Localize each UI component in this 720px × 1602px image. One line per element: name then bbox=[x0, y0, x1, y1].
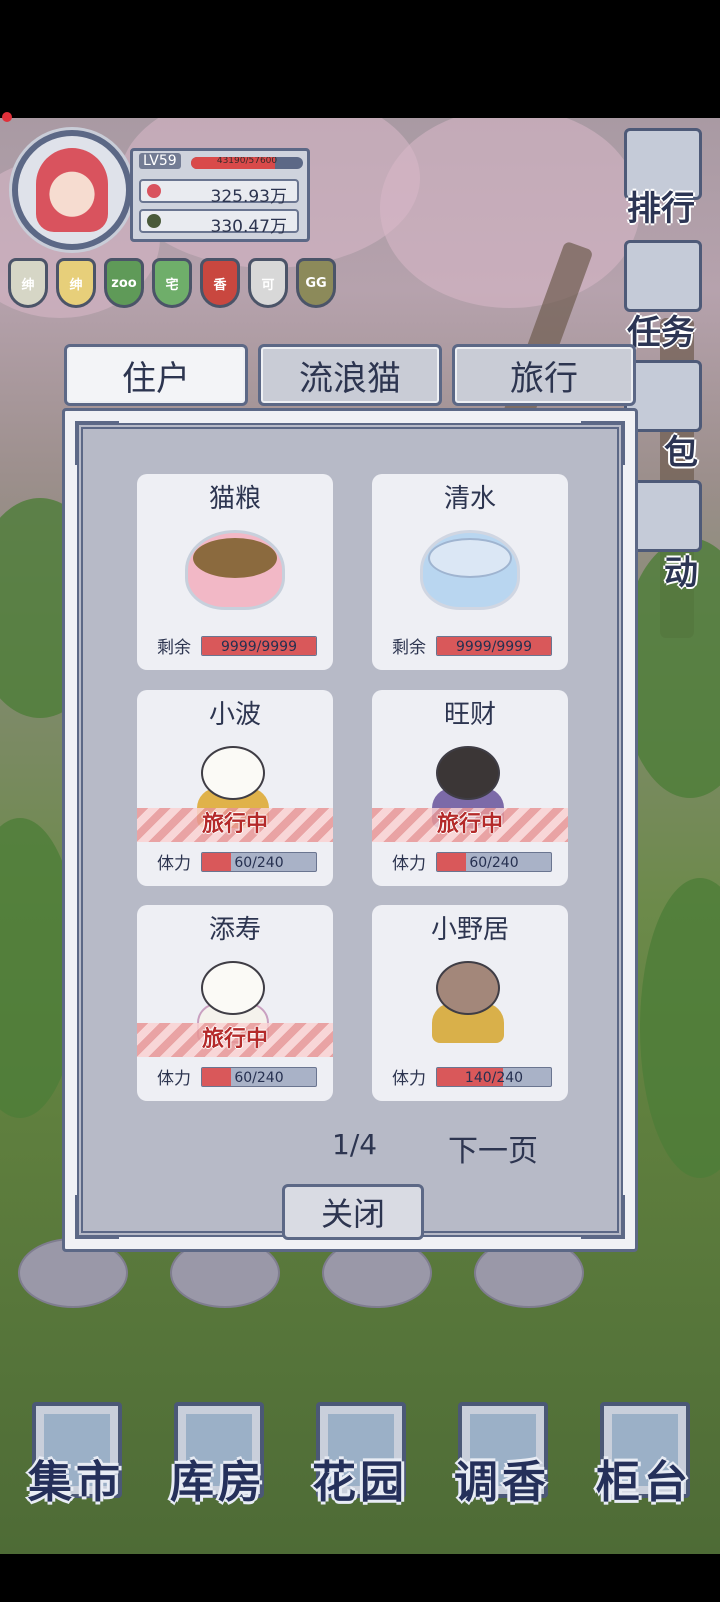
currency-2-value: 330.47万 bbox=[210, 217, 287, 237]
supply-meter: 9999/9999 bbox=[436, 636, 552, 656]
tasks-button[interactable]: 任务 bbox=[614, 240, 708, 353]
nav-perfume[interactable]: 调香 bbox=[444, 1398, 560, 1528]
close-label: 关闭 bbox=[320, 1195, 385, 1233]
notification-dot bbox=[2, 112, 12, 122]
tab-residents-label: 住户 bbox=[122, 358, 190, 399]
status-bar-area bbox=[0, 0, 720, 118]
clipboard-icon bbox=[624, 240, 702, 312]
player-stats: LV59 43190/57600 325.93万 330.47万 bbox=[130, 148, 310, 242]
water-bowl-icon bbox=[420, 520, 520, 610]
cat-name: 小波 bbox=[208, 700, 261, 730]
cat-tabs: 住户 流浪猫 旅行 bbox=[64, 344, 636, 406]
corner-ornament-icon bbox=[75, 1195, 119, 1239]
corner-ornament-icon bbox=[75, 421, 119, 465]
supply-meter: 9999/9999 bbox=[201, 636, 317, 656]
badge-1[interactable]: 绅 bbox=[56, 258, 96, 308]
next-page-button[interactable]: 下一页 bbox=[448, 1126, 538, 1170]
badge-0[interactable]: 绅 bbox=[8, 258, 48, 308]
exp-text: 43190/57600 bbox=[216, 157, 278, 166]
nav-counter[interactable]: 柜台 bbox=[586, 1398, 702, 1528]
badge-6[interactable]: GG bbox=[296, 258, 336, 308]
cat-card[interactable]: 旺财 旅行中 体力 60/240 bbox=[372, 690, 568, 886]
nav-garden[interactable]: 花园 bbox=[302, 1398, 418, 1528]
badge-label: 绅 bbox=[21, 277, 35, 293]
nav-label: 柜台 bbox=[596, 1457, 692, 1508]
currency-1-value: 325.93万 bbox=[210, 187, 287, 207]
nav-warehouse[interactable]: 库房 bbox=[160, 1398, 276, 1528]
cat-card[interactable]: 小野居 体力 140/240 bbox=[372, 905, 568, 1101]
tab-strays-label: 流浪猫 bbox=[299, 358, 401, 399]
close-button[interactable]: 关闭 bbox=[282, 1184, 424, 1240]
heart-coin-icon bbox=[147, 184, 161, 198]
stamina-label: 体力 bbox=[392, 1069, 426, 1089]
cat-name: 旺财 bbox=[443, 700, 496, 730]
travel-status-badge: 旅行中 bbox=[137, 808, 333, 842]
tab-travel-label: 旅行 bbox=[510, 358, 578, 399]
stamina-value: 140/240 bbox=[464, 1070, 524, 1086]
stamina-value: 60/240 bbox=[234, 855, 284, 871]
food-bowl-icon bbox=[185, 520, 285, 610]
supply-meter-label: 剩余 bbox=[392, 638, 426, 658]
supply-card-water[interactable]: 清水 剩余 9999/9999 bbox=[372, 474, 568, 670]
avatar[interactable] bbox=[12, 130, 132, 250]
stamina-value: 60/240 bbox=[469, 855, 519, 871]
cat-name: 添寿 bbox=[208, 915, 261, 945]
travel-status-badge: 旅行中 bbox=[137, 1023, 333, 1057]
stamina-meter: 140/240 bbox=[436, 1067, 552, 1087]
avatar-portrait-icon bbox=[36, 148, 108, 232]
stamina-meter: 60/240 bbox=[436, 852, 552, 872]
supply-name: 清水 bbox=[443, 484, 496, 514]
bag-label: 包 bbox=[664, 433, 698, 473]
player-level: LV59 bbox=[139, 153, 181, 169]
badge-3[interactable]: 宅 bbox=[152, 258, 192, 308]
badge-label: 香 bbox=[213, 277, 227, 293]
stamina-label: 体力 bbox=[157, 854, 191, 874]
stamina-label: 体力 bbox=[392, 854, 426, 874]
stamina-meter: 60/240 bbox=[201, 852, 317, 872]
nav-market[interactable]: 集市 bbox=[18, 1398, 134, 1528]
stamina-label: 体力 bbox=[157, 1069, 191, 1089]
currency-row-2: 330.47万 bbox=[139, 209, 299, 237]
supply-name: 猫粮 bbox=[208, 484, 261, 514]
supply-card-food[interactable]: 猫粮 剩余 9999/9999 bbox=[137, 474, 333, 670]
nav-label: 花园 bbox=[312, 1457, 408, 1508]
cat-portrait-icon bbox=[428, 951, 528, 1043]
rank-button[interactable]: 排行 bbox=[614, 128, 708, 229]
stamina-value: 60/240 bbox=[234, 1070, 284, 1086]
supply-meter-value: 9999/9999 bbox=[221, 639, 297, 655]
badge-label: GG bbox=[305, 275, 327, 291]
badge-label: zoo bbox=[111, 275, 137, 291]
bottom-nav: 集市 库房 花园 调香 柜台 bbox=[18, 1398, 702, 1528]
badge-label: 绅 bbox=[69, 277, 83, 293]
corner-ornament-icon bbox=[581, 421, 625, 465]
leaf-coin-icon bbox=[147, 214, 161, 228]
corner-ornament-icon bbox=[581, 1195, 625, 1239]
currency-row-1: 325.93万 bbox=[139, 179, 299, 207]
system-nav-area bbox=[0, 1554, 720, 1602]
cat-card[interactable]: 添寿 旅行中 体力 60/240 bbox=[137, 905, 333, 1101]
badge-2[interactable]: zoo bbox=[104, 258, 144, 308]
stamina-meter: 60/240 bbox=[201, 1067, 317, 1087]
badge-label: 宅 bbox=[165, 277, 179, 293]
rank-label: 排行 bbox=[627, 189, 695, 229]
badge-4[interactable]: 香 bbox=[200, 258, 240, 308]
badge-5[interactable]: 可 bbox=[248, 258, 288, 308]
supply-meter-value: 9999/9999 bbox=[456, 639, 532, 655]
cat-card[interactable]: 小波 旅行中 体力 60/240 bbox=[137, 690, 333, 886]
events-label: 动 bbox=[664, 553, 698, 593]
travel-status-badge: 旅行中 bbox=[372, 808, 568, 842]
page-indicator: 1/4 bbox=[332, 1128, 378, 1161]
tab-travel[interactable]: 旅行 bbox=[452, 344, 636, 406]
badge-label: 可 bbox=[261, 277, 275, 293]
nav-label: 库房 bbox=[170, 1457, 266, 1508]
tab-residents[interactable]: 住户 bbox=[64, 344, 248, 406]
player-profile[interactable]: LV59 43190/57600 325.93万 330.47万 bbox=[12, 130, 312, 250]
cat-name: 小野居 bbox=[430, 915, 509, 945]
exp-bar: 43190/57600 bbox=[191, 157, 303, 169]
tab-strays[interactable]: 流浪猫 bbox=[258, 344, 442, 406]
supply-meter-label: 剩余 bbox=[157, 638, 191, 658]
nav-label: 调香 bbox=[454, 1457, 550, 1508]
nav-label: 集市 bbox=[28, 1457, 124, 1508]
